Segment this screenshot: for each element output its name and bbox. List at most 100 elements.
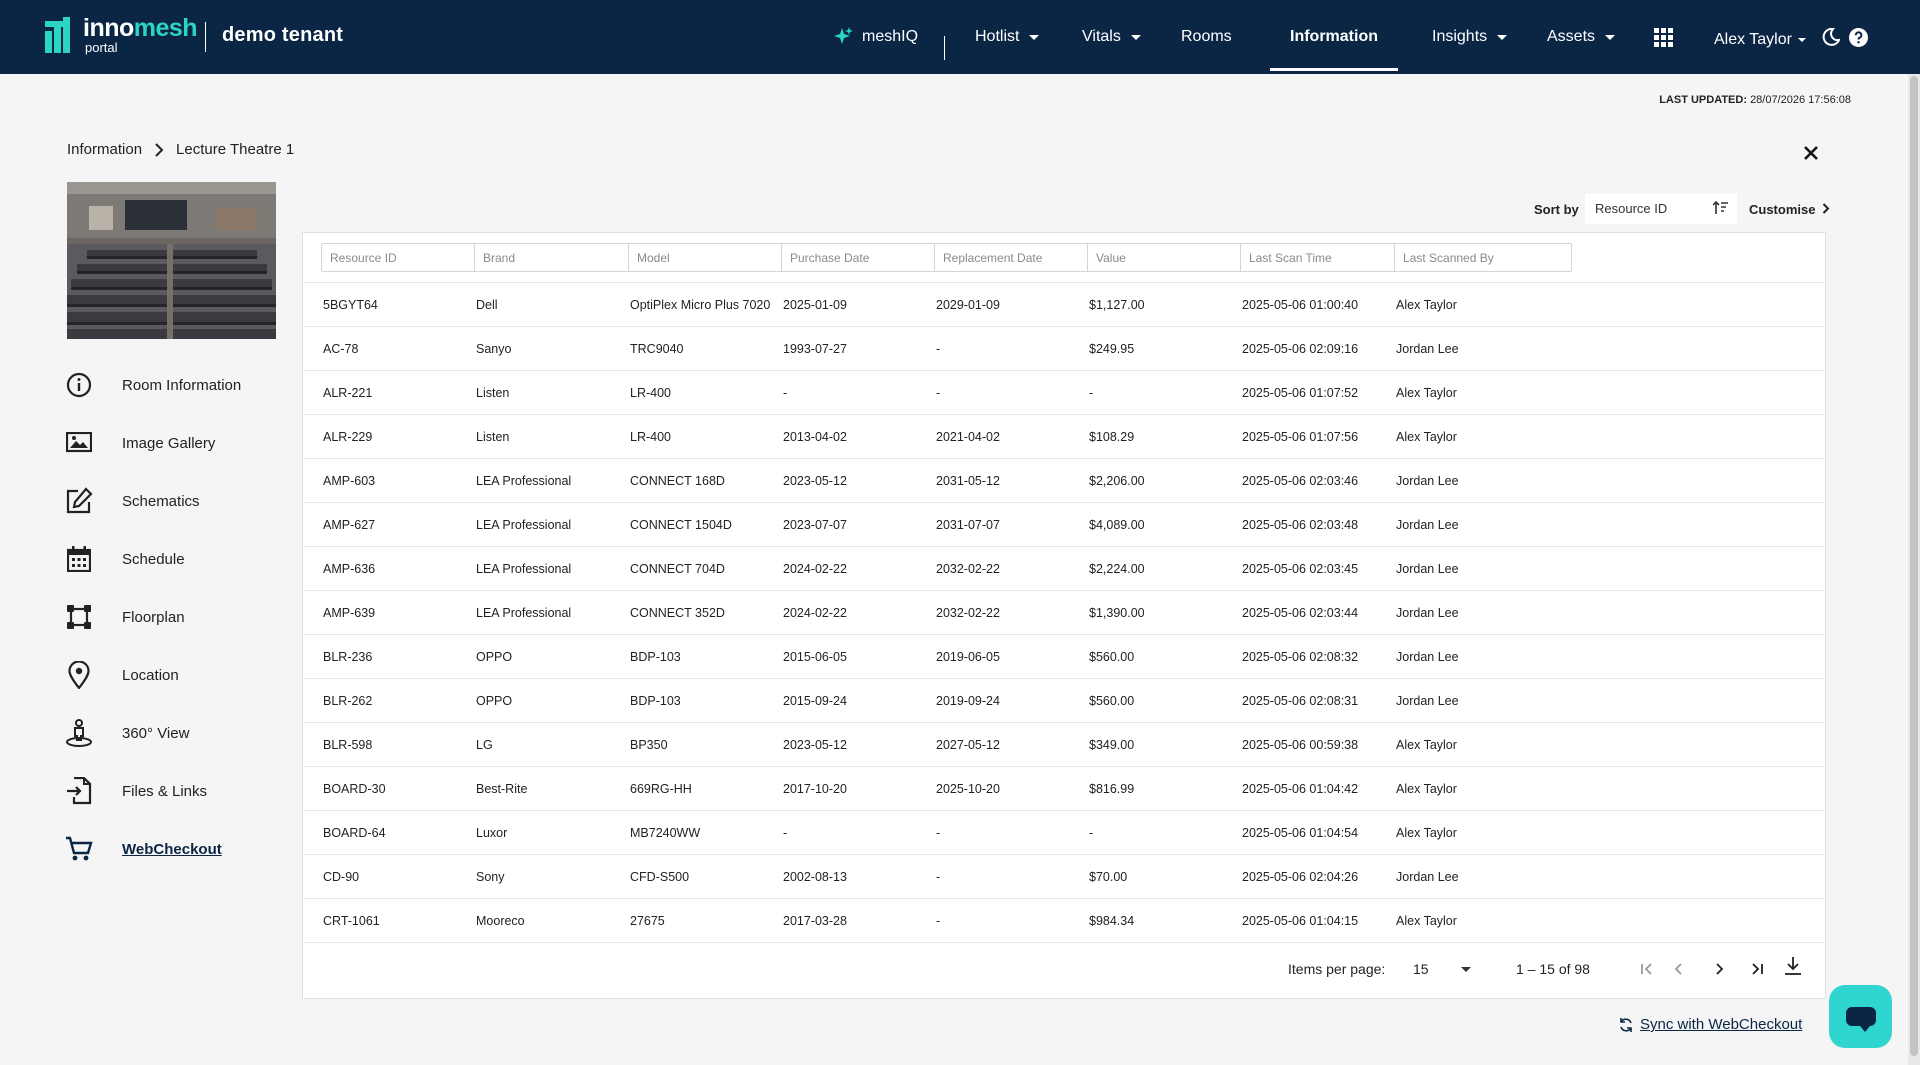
- table-cell: 2025-05-06 02:08:32: [1242, 650, 1359, 664]
- nav-hotlist[interactable]: Hotlist: [975, 0, 1040, 74]
- table-cell: 2025-05-06 01:00:40: [1242, 298, 1359, 312]
- last-page-button[interactable]: [1745, 957, 1769, 981]
- apps-grid-button[interactable]: [1654, 0, 1673, 74]
- page-size-select[interactable]: 15: [1413, 961, 1471, 977]
- nav-information[interactable]: Information: [1270, 0, 1398, 74]
- table-cell: 2025-05-06 01:07:52: [1242, 386, 1359, 400]
- table-cell: Alex Taylor: [1396, 386, 1457, 400]
- sync-webcheckout-link[interactable]: Sync with WebCheckout: [1618, 1016, 1802, 1033]
- side-item-360-view[interactable]: 360° View: [65, 704, 295, 762]
- table-row[interactable]: BLR-262 OPPO BDP-103 2015-09-24 2019-09-24 $5…: [303, 679, 1825, 723]
- customise-button[interactable]: Customise: [1749, 202, 1830, 217]
- nav-insights[interactable]: Insights: [1432, 0, 1508, 74]
- download-button[interactable]: [1781, 954, 1805, 978]
- table-cell: Best-Rite: [476, 782, 528, 796]
- nav-rooms-label: Rooms: [1181, 28, 1232, 45]
- table-row[interactable]: AMP-639 LEA Professional CONNECT 352D 2024-…: [303, 591, 1825, 635]
- table-row[interactable]: AMP-603 LEA Professional CONNECT 168D 2023-…: [303, 459, 1825, 503]
- close-button[interactable]: [1804, 140, 1818, 166]
- table-cell: MB7240WW: [630, 826, 701, 840]
- table-cell: Jordan Lee: [1396, 694, 1459, 708]
- table-cell: 669RG-HH: [630, 782, 692, 796]
- table-cell: -: [936, 826, 941, 840]
- filter-row: [303, 233, 1825, 283]
- chat-button[interactable]: [1829, 985, 1892, 1048]
- table-row[interactable]: AC-78 Sanyo TRC9040 1993-07-27 - $249.95 2025-…: [303, 327, 1825, 371]
- side-item-webcheckout[interactable]: WebCheckout: [65, 820, 295, 878]
- customise-label: Customise: [1749, 202, 1816, 217]
- logo-separator: [205, 22, 206, 52]
- filter-input[interactable]: [934, 243, 1112, 272]
- filter-input[interactable]: [628, 243, 806, 272]
- table-cell: CD-90: [323, 870, 360, 884]
- table-cell: 5BGYT64: [323, 298, 378, 312]
- table-cell: CFD-S500: [630, 870, 690, 884]
- side-item-schedule[interactable]: Schedule: [65, 530, 295, 588]
- page-scrollbar[interactable]: [1908, 74, 1920, 1065]
- table-cell: Sony: [476, 870, 505, 884]
- user-menu[interactable]: Alex Taylor: [1714, 3, 1806, 77]
- table-cell: 2029-01-09: [936, 298, 1000, 312]
- filter-input[interactable]: [474, 243, 652, 272]
- filter-input[interactable]: [1087, 243, 1265, 272]
- side-item-image-gallery[interactable]: Image Gallery: [65, 414, 295, 472]
- file-link-icon: [67, 777, 92, 805]
- table-cell: Alex Taylor: [1396, 914, 1457, 928]
- sort-direction-icon[interactable]: [1713, 200, 1729, 216]
- table-cell: 2017-03-28: [783, 914, 847, 928]
- table-cell: LR-400: [630, 430, 671, 444]
- next-page-button[interactable]: [1707, 957, 1731, 981]
- table-cell: Dell: [476, 298, 498, 312]
- side-item-label: 360° View: [122, 724, 190, 742]
- moon-icon: [1822, 28, 1840, 46]
- table-cell: 2017-10-20: [783, 782, 847, 796]
- nav-rooms[interactable]: Rooms: [1181, 0, 1232, 74]
- table-row[interactable]: ALR-221 Listen LR-400 - - - 2025-05-06 01:07:5…: [303, 371, 1825, 415]
- table-cell: BLR-236: [323, 650, 373, 664]
- side-item-location[interactable]: Location: [65, 646, 295, 704]
- table-cell: $1,127.00: [1089, 298, 1145, 312]
- table-row[interactable]: ALR-229 Listen LR-400 2013-04-02 2021-04-02 $…: [303, 415, 1825, 459]
- table-row[interactable]: CD-90 Sony CFD-S500 2002-08-13 - $70.00 2025-0…: [303, 855, 1825, 899]
- table-cell: AMP-639: [323, 606, 376, 620]
- filter-input[interactable]: [321, 243, 499, 272]
- sort-select-value: Resource ID: [1595, 201, 1668, 216]
- help-button[interactable]: [1849, 0, 1868, 74]
- table-cell: 2025-05-06 02:03:46: [1242, 474, 1359, 488]
- side-item-label: Schedule: [122, 550, 185, 568]
- table-row[interactable]: BOARD-64 Luxor MB7240WW - - - 2025-05-06 01:04…: [303, 811, 1825, 855]
- nav-meshiq[interactable]: meshIQ: [834, 0, 918, 74]
- nav-meshiq-label: meshIQ: [862, 28, 919, 45]
- side-item-floorplan[interactable]: Floorplan: [65, 588, 295, 646]
- side-item-room-information[interactable]: Room Information: [65, 356, 295, 414]
- table-row[interactable]: 5BGYT64 Dell OptiPlex Micro Plus 7020 2025-…: [303, 283, 1825, 327]
- side-item-schematics[interactable]: Schematics: [65, 472, 295, 530]
- table-row[interactable]: AMP-636 LEA Professional CONNECT 704D 2024-…: [303, 547, 1825, 591]
- scrollbar-thumb[interactable]: [1910, 76, 1918, 1056]
- nav-vitals[interactable]: Vitals: [1082, 0, 1141, 74]
- theme-toggle-button[interactable]: [1822, 0, 1840, 74]
- table-cell: -: [1089, 826, 1094, 840]
- table-row[interactable]: BLR-236 OPPO BDP-103 2015-06-05 2019-06-05 $5…: [303, 635, 1825, 679]
- side-item-files-links[interactable]: Files & Links: [65, 762, 295, 820]
- nav-assets[interactable]: Assets: [1547, 0, 1616, 74]
- first-page-button[interactable]: [1635, 957, 1659, 981]
- innomesh-logo[interactable]: innomesh portal: [45, 16, 198, 54]
- table-row[interactable]: CRT-1061 Mooreco 27675 2017-03-28 - $984.34 20…: [303, 899, 1825, 943]
- table-row[interactable]: BLR-598 LG BP350 2023-05-12 2027-05-12 $349.0…: [303, 723, 1825, 767]
- filter-input[interactable]: [1394, 243, 1572, 272]
- logo-mark-icon: [45, 17, 77, 53]
- calendar-icon: [67, 546, 91, 572]
- filter-input[interactable]: [781, 243, 959, 272]
- table-cell: Listen: [476, 430, 510, 444]
- previous-page-button[interactable]: [1667, 957, 1691, 981]
- nav-assets-label: Assets: [1547, 28, 1596, 45]
- first-page-icon: [1641, 963, 1652, 975]
- side-item-label: Room Information: [122, 376, 242, 394]
- table-row[interactable]: AMP-627 LEA Professional CONNECT 1504D 2023…: [303, 503, 1825, 547]
- filter-input[interactable]: [1240, 243, 1418, 272]
- sort-select[interactable]: Resource ID: [1585, 194, 1737, 224]
- table-cell: 2025-05-06 02:09:16: [1242, 342, 1359, 356]
- breadcrumb-root[interactable]: Information: [67, 141, 142, 158]
- table-row[interactable]: BOARD-30 Best-Rite 669RG-HH 2017-10-20 2025-…: [303, 767, 1825, 811]
